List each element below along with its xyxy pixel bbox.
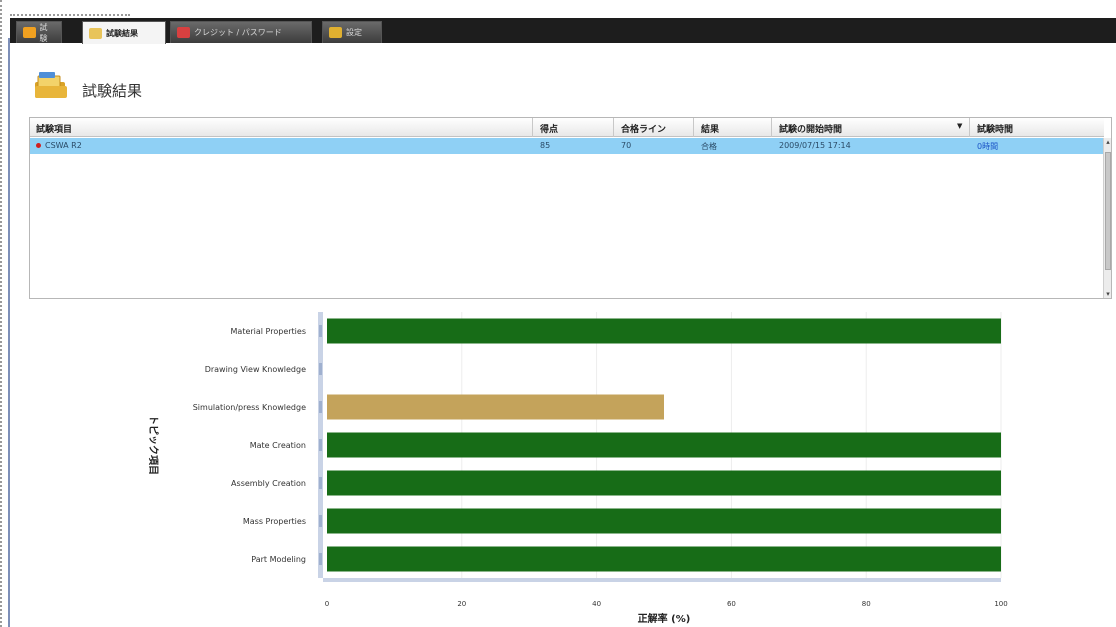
tab-label: クレジット / パスワード — [194, 28, 282, 37]
x-tick-label: 80 — [862, 600, 871, 608]
category-label: Drawing View Knowledge — [205, 365, 306, 374]
item-name: CSWA R2 — [45, 141, 82, 150]
tab-settings[interactable]: 設定 — [322, 21, 382, 43]
y-tick — [319, 553, 322, 565]
bar — [327, 546, 1001, 572]
scroll-up-icon[interactable]: ▴ — [1104, 138, 1112, 146]
y-axis-title: トピック項目 — [147, 415, 159, 475]
cell-duration[interactable]: 0時間 — [977, 141, 998, 152]
tab-results[interactable]: 試験結果 — [82, 21, 166, 44]
y-tick — [319, 363, 322, 375]
tab-exam[interactable]: 試験 — [16, 21, 62, 43]
notepad-icon — [89, 27, 102, 39]
column-separator — [969, 118, 970, 137]
column-header[interactable]: 結果 — [701, 122, 719, 135]
folder-icon — [35, 72, 67, 98]
tab-label: 試験 — [39, 22, 48, 43]
sort-desc-icon[interactable]: ▼ — [957, 122, 962, 130]
bar — [327, 508, 1001, 534]
cell-result: 合格 — [701, 142, 717, 151]
bar — [327, 394, 664, 420]
scroll-thumb[interactable] — [1105, 152, 1111, 270]
x-tick-label: 0 — [325, 600, 329, 608]
column-header[interactable]: 試験項目 — [36, 122, 72, 135]
status-dot-icon — [36, 143, 41, 148]
y-tick — [319, 439, 322, 451]
y-tick — [319, 515, 322, 527]
tab-label: 設定 — [346, 28, 362, 37]
column-header[interactable]: 試験の開始時間 — [779, 122, 842, 135]
bar — [327, 432, 1001, 458]
tab-bar: 試験 試験結果 クレジット / パスワード 設定 — [10, 18, 1116, 44]
tab-label: 試験結果 — [106, 28, 138, 38]
column-separator — [693, 118, 694, 137]
y-tick — [319, 401, 322, 413]
scroll-down-icon[interactable]: ▾ — [1104, 290, 1112, 298]
cell-score: 85 — [540, 141, 551, 150]
category-label: Material Properties — [231, 327, 306, 336]
app-window: 試験 試験結果 クレジット / パスワード 設定 試験結果 試験項目 得点 合格… — [0, 0, 1116, 627]
x-tick-label: 60 — [727, 600, 736, 608]
column-header[interactable]: 合格ライン — [621, 122, 666, 135]
table-row[interactable]: CSWA R2 85 70 合格 2009/07/15 17:14 0時間 — [30, 138, 1104, 154]
page-title: 試験結果 — [82, 82, 143, 100]
y-tick — [319, 325, 322, 337]
category-label: Part Modeling — [251, 555, 306, 564]
vertical-scrollbar[interactable]: ▴ ▾ — [1103, 138, 1111, 298]
column-separator — [532, 118, 533, 137]
x-axis-title: 正解率 (%) — [638, 612, 691, 625]
topic-chart: Material Properties Drawing View Knowledg… — [147, 312, 1008, 625]
tab-credit[interactable]: クレジット / パスワード — [170, 21, 312, 43]
x-tick-label: 100 — [994, 600, 1007, 608]
bar — [327, 318, 1001, 344]
x-axis-line — [323, 578, 1001, 582]
results-table: 試験項目 得点 合格ライン 結果 試験の開始時間 ▼ 試験時間 CSWA R2 … — [29, 117, 1112, 299]
x-tick-label: 40 — [592, 600, 601, 608]
column-separator — [771, 118, 772, 137]
category-label: Simulation/press Knowledge — [193, 403, 306, 412]
cell-pass-line: 70 — [621, 141, 632, 150]
bar — [327, 470, 1001, 496]
column-separator — [613, 118, 614, 137]
gear-icon — [329, 27, 342, 38]
column-header[interactable]: 得点 — [540, 122, 558, 135]
category-label: Assembly Creation — [231, 479, 306, 488]
column-header[interactable]: 試験時間 — [977, 122, 1013, 135]
card-icon — [177, 27, 190, 38]
category-label: Mass Properties — [243, 517, 306, 526]
category-label: Mate Creation — [250, 441, 306, 450]
table-header: 試験項目 得点 合格ライン 結果 試験の開始時間 ▼ 試験時間 — [30, 118, 1104, 137]
y-tick — [319, 477, 322, 489]
star-icon — [23, 27, 36, 38]
x-tick-label: 20 — [457, 600, 466, 608]
cell-start-time: 2009/07/15 17:14 — [779, 141, 851, 150]
cell-item: CSWA R2 — [36, 141, 82, 150]
